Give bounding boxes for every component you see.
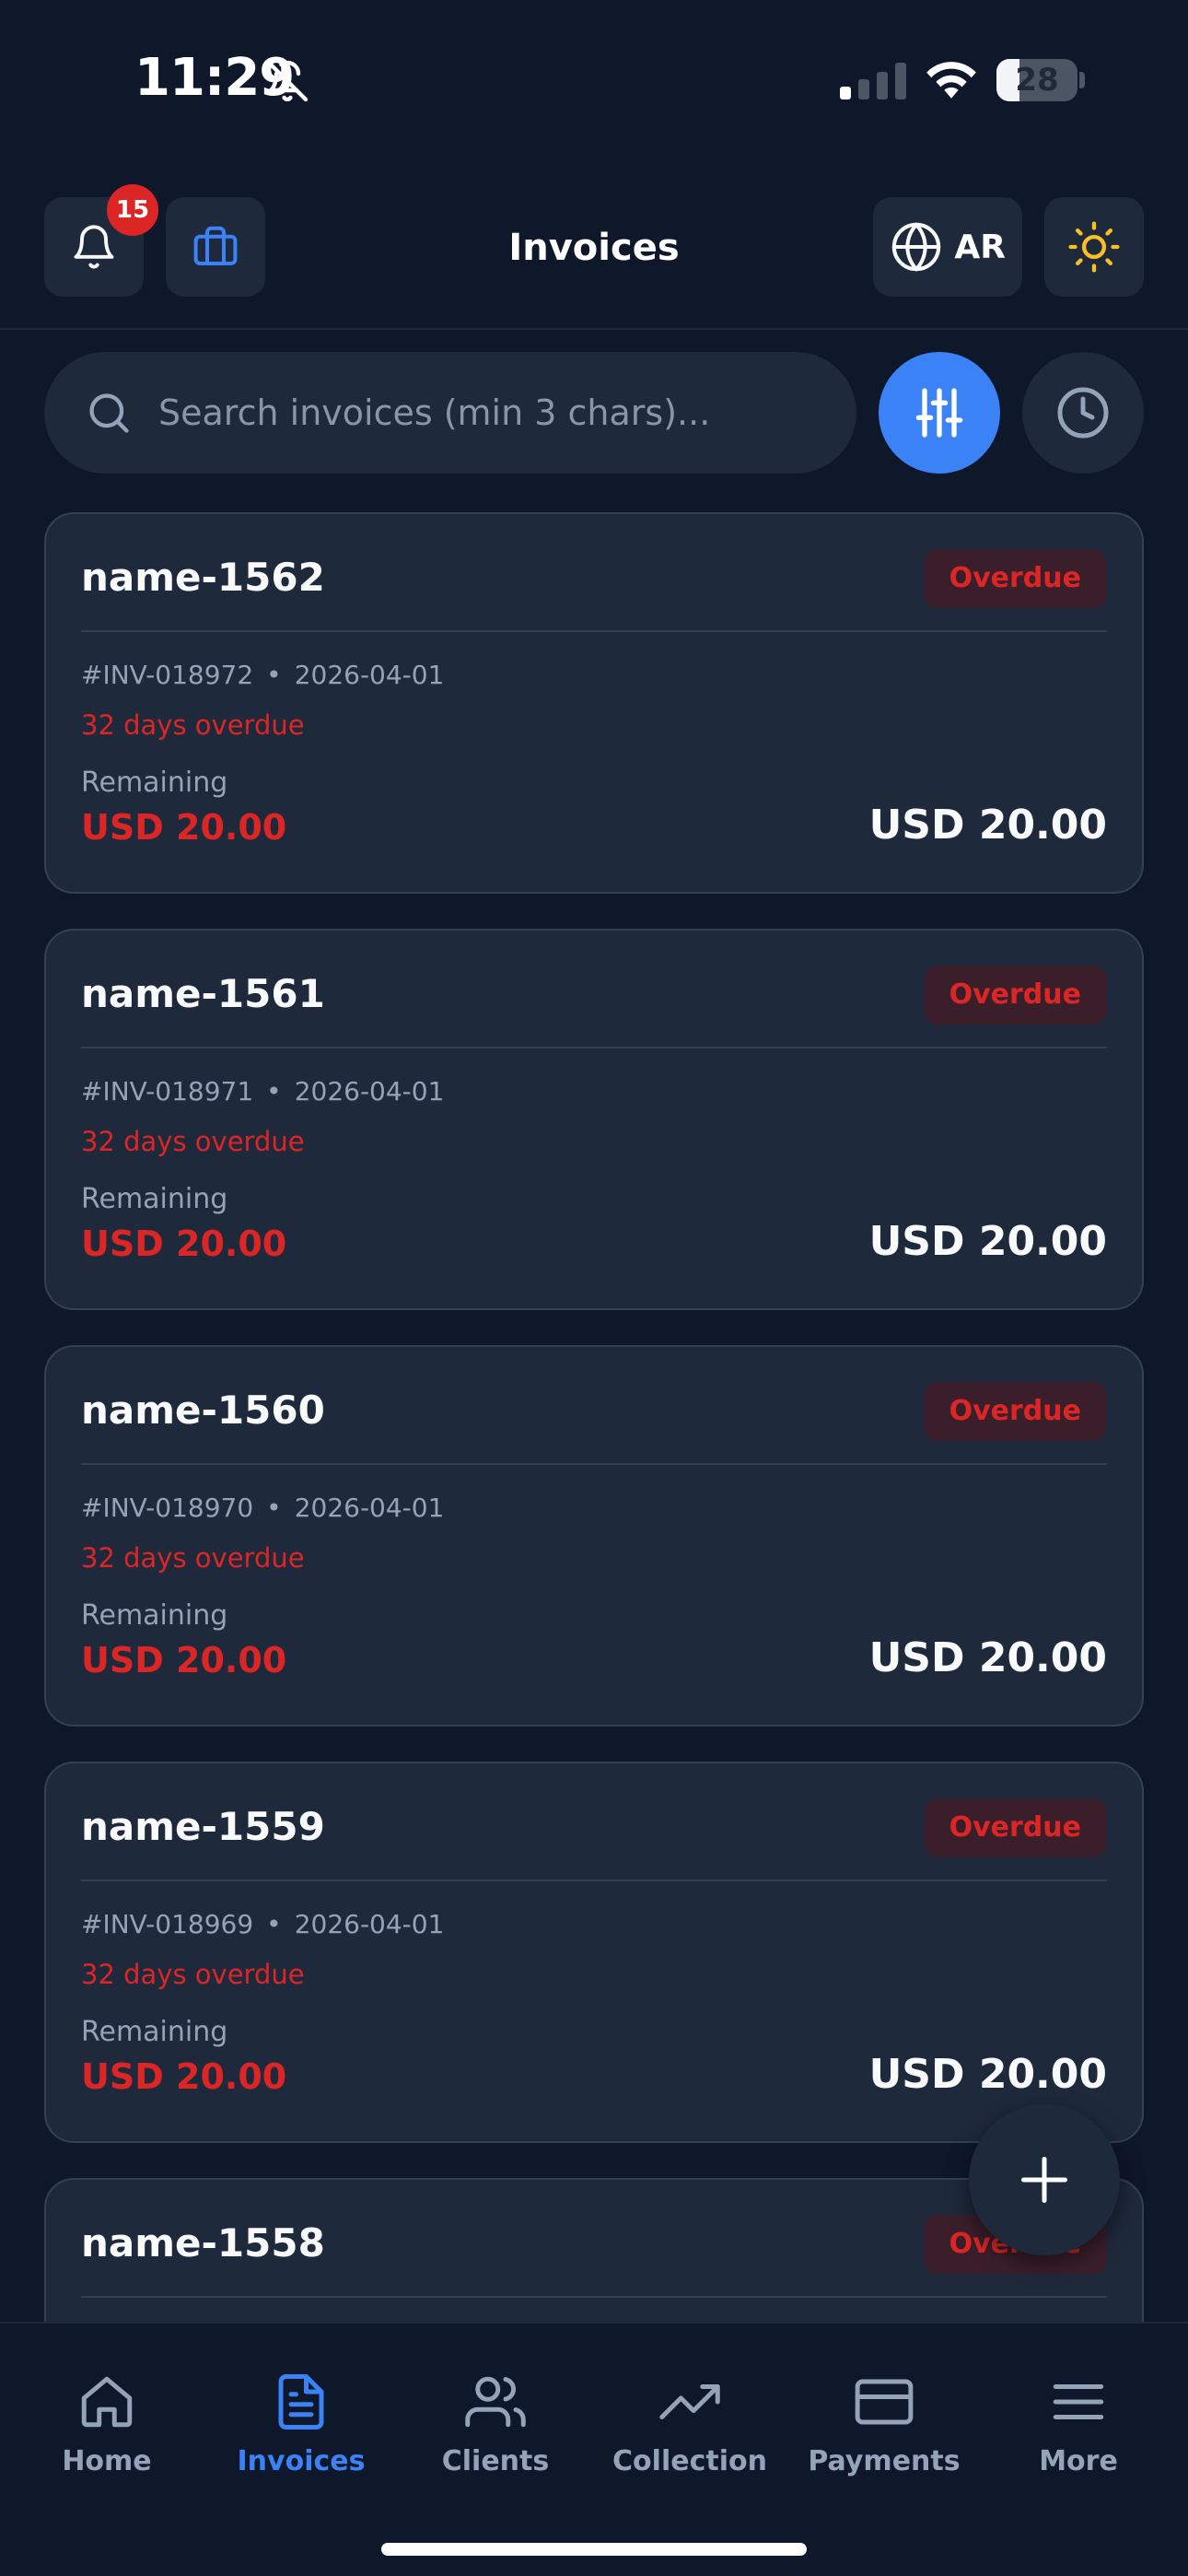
nav-item-invoices[interactable]: Invoices	[204, 2362, 398, 2500]
invoice-date: 2026-04-01	[294, 660, 445, 690]
invoice-meta: #INV-018970 • 2026-04-01	[81, 1493, 445, 1523]
remaining-amount: USD 20.00	[81, 2056, 287, 2097]
status-badge: Overdue	[923, 966, 1107, 1025]
remaining-label: Remaining	[81, 1599, 228, 1632]
search-icon	[89, 393, 129, 433]
invoice-date: 2026-04-01	[294, 1076, 445, 1107]
invoice-number: #INV-018969	[81, 1909, 254, 1939]
card-divider	[81, 2296, 1107, 2298]
total-amount: USD 20.00	[868, 802, 1107, 849]
language-label: AR	[954, 228, 1006, 266]
client-name: name-1561	[81, 971, 325, 1016]
remaining-label: Remaining	[81, 2016, 228, 2048]
remaining-amount: USD 20.00	[81, 807, 287, 848]
invoice-meta: #INV-018971 • 2026-04-01	[81, 1076, 445, 1107]
overdue-text: 32 days overdue	[81, 1126, 305, 1157]
invoice-card[interactable]: name-1561 Overdue #INV-018971 • 2026-04-01…	[44, 929, 1144, 1310]
nav-item-collection[interactable]: Collection	[593, 2362, 786, 2500]
nav-item-more[interactable]: More	[982, 2362, 1175, 2500]
invoice-card[interactable]: name-1562 Overdue #INV-018972 • 2026-04-01…	[44, 512, 1144, 894]
document-icon	[278, 2374, 324, 2430]
invoice-meta: #INV-018969 • 2026-04-01	[81, 1909, 445, 1939]
status-badge: Overdue	[923, 549, 1107, 608]
client-name: name-1559	[81, 1804, 325, 1849]
status-badge: Overdue	[923, 1798, 1107, 1857]
invoice-number: #INV-018972	[81, 660, 254, 690]
invoice-list: name-1562 Overdue #INV-018972 • 2026-04-01…	[44, 512, 1144, 2322]
client-name: name-1560	[81, 1388, 325, 1433]
add-invoice-button[interactable]	[969, 2104, 1120, 2255]
card-divider	[81, 1047, 1107, 1048]
home-indicator[interactable]	[381, 2543, 807, 2556]
app-header: Invoices AR	[0, 175, 1188, 330]
total-amount: USD 20.00	[868, 2051, 1107, 2098]
nav-label: More	[1039, 2445, 1118, 2477]
invoice-number: #INV-018971	[81, 1076, 254, 1107]
notification-count-badge: 15	[107, 184, 158, 236]
language-button[interactable]: AR	[873, 197, 1022, 297]
trending-up-icon	[659, 2384, 720, 2419]
credit-card-icon	[855, 2379, 914, 2425]
nav-item-clients[interactable]: Clients	[399, 2362, 592, 2500]
sliders-icon	[915, 388, 963, 438]
invoice-card[interactable]: name-1559 Overdue #INV-018969 • 2026-04-01…	[44, 1762, 1144, 2143]
nav-label: Invoices	[237, 2445, 366, 2477]
filter-button[interactable]	[879, 352, 1000, 474]
wifi-icon	[926, 62, 976, 99]
sun-icon	[1068, 221, 1120, 273]
plus-icon	[1021, 2157, 1067, 2203]
status-bar: 11:29 28	[0, 0, 1188, 157]
users-icon	[465, 2376, 526, 2428]
remaining-amount: USD 20.00	[81, 1224, 287, 1264]
search-input[interactable]	[158, 352, 821, 474]
client-name: name-1558	[81, 2220, 325, 2266]
battery-icon: 28	[996, 59, 1085, 101]
clock-icon	[1057, 387, 1109, 439]
bottom-nav: Home Invoices Clients Collection Payment…	[0, 2322, 1188, 2576]
total-amount: USD 20.00	[868, 1634, 1107, 1681]
bell-slash-icon	[266, 60, 309, 102]
remaining-label: Remaining	[81, 1183, 228, 1215]
nav-label: Clients	[441, 2445, 550, 2477]
battery-level: 28	[1015, 62, 1059, 99]
status-badge: Overdue	[923, 1382, 1107, 1441]
invoice-date: 2026-04-01	[294, 1909, 445, 1939]
home-icon	[81, 2376, 133, 2428]
globe-icon	[891, 222, 941, 272]
nav-label: Collection	[612, 2445, 767, 2477]
search-bar	[44, 352, 856, 474]
card-divider	[81, 630, 1107, 632]
total-amount: USD 20.00	[868, 1218, 1107, 1265]
card-divider	[81, 1879, 1107, 1881]
remaining-amount: USD 20.00	[81, 1640, 287, 1680]
invoice-card[interactable]: name-1560 Overdue #INV-018970 • 2026-04-01…	[44, 1345, 1144, 1727]
theme-toggle-button[interactable]	[1044, 197, 1144, 297]
overdue-text: 32 days overdue	[81, 1542, 305, 1574]
cellular-signal-icon	[840, 63, 906, 100]
invoice-date: 2026-04-01	[294, 1493, 445, 1523]
nav-label: Home	[62, 2445, 152, 2477]
nav-label: Payments	[808, 2445, 961, 2477]
remaining-label: Remaining	[81, 767, 228, 799]
overdue-text: 32 days overdue	[81, 709, 305, 741]
overdue-text: 32 days overdue	[81, 1959, 305, 1990]
nav-item-home[interactable]: Home	[10, 2362, 204, 2500]
invoice-number: #INV-018970	[81, 1493, 254, 1523]
invoice-meta: #INV-018972 • 2026-04-01	[81, 660, 445, 690]
client-name: name-1562	[81, 555, 325, 600]
nav-item-payments[interactable]: Payments	[787, 2362, 981, 2500]
history-button[interactable]	[1022, 352, 1144, 474]
card-divider	[81, 1463, 1107, 1465]
menu-icon	[1053, 2384, 1104, 2419]
